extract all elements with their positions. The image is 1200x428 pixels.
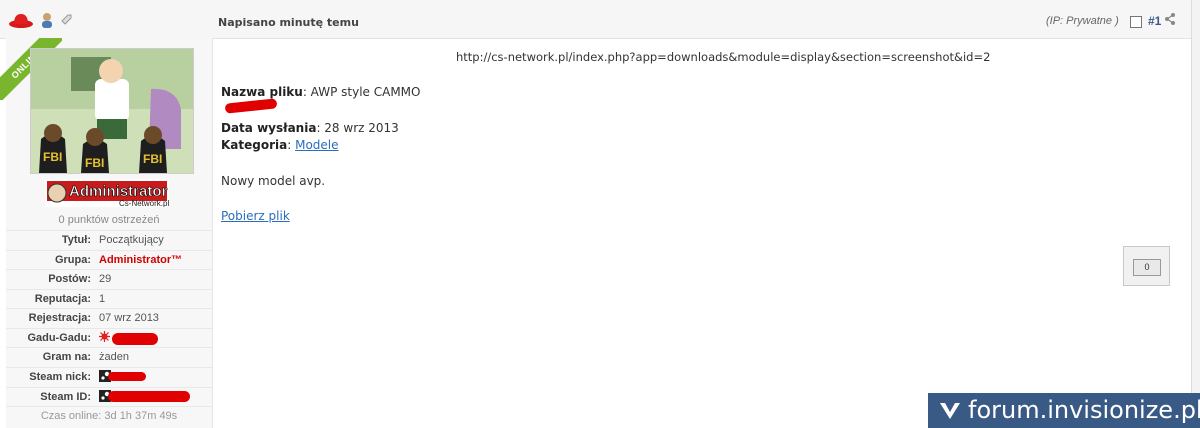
field-group: Grupa: Administrator™ [6, 250, 212, 270]
file-name-line: Nazwa pliku: AWP style CAMMO [221, 85, 420, 99]
file-name-label: Nazwa pliku [221, 85, 303, 99]
avatar[interactable]: FBI FBI FBI [30, 48, 194, 174]
posts-label: Postów: [48, 273, 91, 285]
game-value: żaden [99, 351, 129, 363]
hat-icon[interactable] [8, 11, 34, 29]
invisionize-logo-icon [940, 403, 960, 419]
date-label: Data wysłania [221, 121, 317, 135]
date-line: Data wysłania: 28 wrz 2013 [221, 121, 399, 135]
gg-value[interactable] [99, 329, 110, 348]
post-header: Napisano minutę temu (IP: Prywatne ) #1 [0, 0, 1191, 39]
rep-label: Reputacja: [34, 293, 91, 305]
download-line: Pobierz plik [221, 209, 290, 223]
tag-icon[interactable] [60, 13, 72, 27]
reputation-count-button[interactable]: 0 [1133, 259, 1161, 276]
post-number-link[interactable]: #1 [1148, 14, 1161, 28]
field-reputation: Reputacja: 1 [6, 289, 212, 309]
online-time: Czas online: 3d 1h 37m 49s [40, 410, 178, 422]
field-online-time: Czas online: 3d 1h 37m 49s [6, 406, 212, 426]
gadu-gadu-icon [99, 331, 110, 342]
steam-id-label: Steam ID: [40, 391, 91, 403]
posts-value: 29 [99, 273, 112, 285]
svg-text:FBI: FBI [43, 150, 62, 164]
warning-points[interactable]: 0 punktów ostrzeżeń [6, 214, 212, 226]
description: Nowy model avp. [221, 174, 326, 188]
download-link[interactable]: Pobierz plik [221, 209, 290, 223]
watermark-text: forum.invisionize.pl [968, 396, 1200, 424]
svg-text:Cs-Network.pl: Cs-Network.pl [119, 199, 169, 207]
user-profile-icon[interactable] [40, 12, 54, 28]
svg-text:FBI: FBI [143, 152, 162, 166]
moderation-checkbox[interactable] [1130, 16, 1142, 28]
group-value: Administrator™ [99, 254, 183, 266]
field-title: Tytuł: Początkujący [6, 230, 212, 250]
game-label: Gram na: [42, 351, 91, 363]
reg-label: Rejestracja: [28, 312, 91, 324]
title-label: Tytuł: [61, 234, 91, 246]
date-value: : 28 wrz 2013 [316, 121, 399, 135]
category-line: Kategoria: Modele [221, 138, 339, 152]
ip-label: (IP: Prywatne ) [1046, 15, 1119, 27]
header-icons [8, 11, 72, 29]
redaction-mark [108, 391, 190, 402]
redaction-mark [112, 333, 158, 345]
svg-text:FBI: FBI [85, 156, 104, 170]
post-url: http://cs-network.pl/index.php?app=downl… [456, 50, 991, 64]
title-value: Początkujący [99, 234, 164, 246]
steam-nick-label: Steam nick: [29, 371, 91, 383]
field-game: Gram na: żaden [6, 347, 212, 367]
field-registration: Rejestracja: 07 wrz 2013 [6, 308, 212, 328]
category-sep: : [287, 138, 296, 152]
redaction-mark [224, 98, 278, 114]
field-posts: Postów: 29 [6, 269, 212, 289]
svg-text:Administrator: Administrator [69, 183, 168, 200]
rep-value: 1 [99, 293, 106, 305]
category-label: Kategoria [221, 138, 288, 152]
redaction-mark [108, 372, 146, 381]
reg-value: 07 wrz 2013 [99, 312, 159, 324]
post-container: Napisano minutę temu (IP: Prywatne ) #1 … [0, 0, 1192, 428]
file-name-value: : AWP style CAMMO [302, 85, 421, 99]
field-gadu-gadu: Gadu-Gadu: [6, 328, 212, 348]
watermark: forum.invisionize.pl [928, 393, 1200, 428]
category-link[interactable]: Modele [295, 138, 338, 152]
gg-label: Gadu-Gadu: [27, 332, 91, 344]
rank-image: Administrator Cs-Network.pl [45, 179, 169, 208]
group-label: Grupa: [54, 254, 91, 266]
post-time: Napisano minutę temu [218, 16, 359, 29]
share-icon[interactable] [1164, 12, 1176, 26]
